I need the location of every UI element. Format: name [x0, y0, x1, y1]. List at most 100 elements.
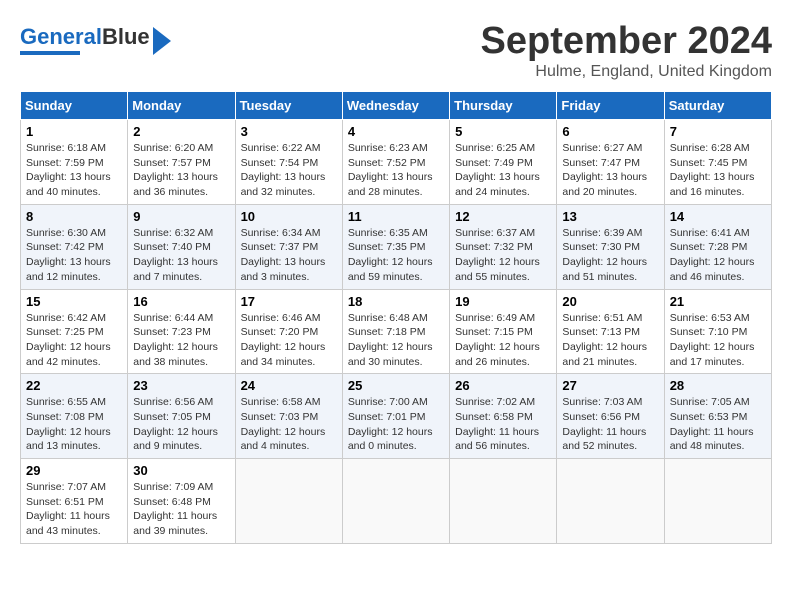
calendar-week-row: 8 Sunrise: 6:30 AMSunset: 7:42 PMDaylight… [21, 204, 772, 289]
calendar-cell: 6 Sunrise: 6:27 AMSunset: 7:47 PMDaylight… [557, 120, 664, 205]
cell-daylight-info: Sunrise: 6:39 AMSunset: 7:30 PMDaylight:… [562, 226, 658, 285]
calendar-cell: 19 Sunrise: 6:49 AMSunset: 7:15 PMDayligh… [450, 289, 557, 374]
page-header: GeneralBlue September 2024 Hulme, Englan… [20, 20, 772, 81]
calendar-cell: 10 Sunrise: 6:34 AMSunset: 7:37 PMDayligh… [235, 204, 342, 289]
calendar-cell [557, 459, 664, 544]
calendar-cell: 13 Sunrise: 6:39 AMSunset: 7:30 PMDayligh… [557, 204, 664, 289]
calendar-week-row: 22 Sunrise: 6:55 AMSunset: 7:08 PMDayligh… [21, 374, 772, 459]
day-number: 3 [241, 124, 337, 139]
cell-daylight-info: Sunrise: 6:53 AMSunset: 7:10 PMDaylight:… [670, 311, 766, 370]
cell-daylight-info: Sunrise: 7:00 AMSunset: 7:01 PMDaylight:… [348, 395, 444, 454]
calendar-cell: 14 Sunrise: 6:41 AMSunset: 7:28 PMDayligh… [664, 204, 771, 289]
cell-daylight-info: Sunrise: 6:23 AMSunset: 7:52 PMDaylight:… [348, 141, 444, 200]
cell-daylight-info: Sunrise: 6:32 AMSunset: 7:40 PMDaylight:… [133, 226, 229, 285]
location-text: Hulme, England, United Kingdom [481, 63, 773, 81]
day-number: 28 [670, 378, 766, 393]
day-header-tuesday: Tuesday [235, 92, 342, 120]
day-number: 22 [26, 378, 122, 393]
calendar-cell: 15Sunrise: 6:42 AMSunset: 7:25 PMDayligh… [21, 289, 128, 374]
cell-daylight-info: Sunrise: 6:27 AMSunset: 7:47 PMDaylight:… [562, 141, 658, 200]
day-number: 23 [133, 378, 229, 393]
day-number: 7 [670, 124, 766, 139]
day-header-thursday: Thursday [450, 92, 557, 120]
day-header-wednesday: Wednesday [342, 92, 449, 120]
day-number: 8 [26, 209, 122, 224]
calendar-week-row: 15Sunrise: 6:42 AMSunset: 7:25 PMDayligh… [21, 289, 772, 374]
day-number: 15 [26, 294, 122, 309]
calendar-cell: 8 Sunrise: 6:30 AMSunset: 7:42 PMDaylight… [21, 204, 128, 289]
day-number: 9 [133, 209, 229, 224]
cell-daylight-info: Sunrise: 6:35 AMSunset: 7:35 PMDaylight:… [348, 226, 444, 285]
calendar-cell: 24 Sunrise: 6:58 AMSunset: 7:03 PMDayligh… [235, 374, 342, 459]
day-number: 19 [455, 294, 551, 309]
cell-daylight-info: Sunrise: 6:58 AMSunset: 7:03 PMDaylight:… [241, 395, 337, 454]
logo-arrow-icon [153, 27, 171, 55]
cell-daylight-info: Sunrise: 6:41 AMSunset: 7:28 PMDaylight:… [670, 226, 766, 285]
cell-daylight-info: Sunrise: 6:56 AMSunset: 7:05 PMDaylight:… [133, 395, 229, 454]
calendar-cell: 27 Sunrise: 7:03 AMSunset: 6:56 PMDayligh… [557, 374, 664, 459]
cell-daylight-info: Sunrise: 6:46 AMSunset: 7:20 PMDaylight:… [241, 311, 337, 370]
calendar-body: 1Sunrise: 6:18 AMSunset: 7:59 PMDaylight… [21, 120, 772, 544]
cell-daylight-info: Sunrise: 7:09 AMSunset: 6:48 PMDaylight:… [133, 480, 229, 539]
cell-daylight-info: Sunrise: 7:07 AMSunset: 6:51 PMDaylight:… [26, 480, 122, 539]
cell-daylight-info: Sunrise: 6:34 AMSunset: 7:37 PMDaylight:… [241, 226, 337, 285]
day-number: 12 [455, 209, 551, 224]
calendar-cell: 20 Sunrise: 6:51 AMSunset: 7:13 PMDayligh… [557, 289, 664, 374]
logo: GeneralBlue [20, 25, 171, 55]
calendar-cell: 16Sunrise: 6:44 AMSunset: 7:23 PMDayligh… [128, 289, 235, 374]
day-number: 25 [348, 378, 444, 393]
calendar-cell: 11 Sunrise: 6:35 AMSunset: 7:35 PMDayligh… [342, 204, 449, 289]
calendar-cell: 29 Sunrise: 7:07 AMSunset: 6:51 PMDayligh… [21, 459, 128, 544]
calendar-cell [235, 459, 342, 544]
day-number: 21 [670, 294, 766, 309]
day-number: 6 [562, 124, 658, 139]
cell-daylight-info: Sunrise: 6:28 AMSunset: 7:45 PMDaylight:… [670, 141, 766, 200]
calendar-week-row: 29 Sunrise: 7:07 AMSunset: 6:51 PMDayligh… [21, 459, 772, 544]
cell-daylight-info: Sunrise: 6:51 AMSunset: 7:13 PMDaylight:… [562, 311, 658, 370]
month-title: September 2024 [481, 20, 773, 63]
calendar-cell: 22 Sunrise: 6:55 AMSunset: 7:08 PMDayligh… [21, 374, 128, 459]
cell-daylight-info: Sunrise: 7:05 AMSunset: 6:53 PMDaylight:… [670, 395, 766, 454]
calendar-cell: 30 Sunrise: 7:09 AMSunset: 6:48 PMDayligh… [128, 459, 235, 544]
calendar-cell: 28 Sunrise: 7:05 AMSunset: 6:53 PMDayligh… [664, 374, 771, 459]
calendar-cell: 7 Sunrise: 6:28 AMSunset: 7:45 PMDaylight… [664, 120, 771, 205]
cell-daylight-info: Sunrise: 6:22 AMSunset: 7:54 PMDaylight:… [241, 141, 337, 200]
cell-daylight-info: Sunrise: 6:30 AMSunset: 7:42 PMDaylight:… [26, 226, 122, 285]
cell-daylight-info: Sunrise: 6:55 AMSunset: 7:08 PMDaylight:… [26, 395, 122, 454]
logo-text-blue: Blue [102, 24, 150, 49]
day-header-sunday: Sunday [21, 92, 128, 120]
day-number: 5 [455, 124, 551, 139]
day-number: 1 [26, 124, 122, 139]
logo-text-general: General [20, 24, 102, 49]
day-number: 14 [670, 209, 766, 224]
calendar-cell: 18Sunrise: 6:48 AMSunset: 7:18 PMDayligh… [342, 289, 449, 374]
cell-daylight-info: Sunrise: 6:49 AMSunset: 7:15 PMDaylight:… [455, 311, 551, 370]
calendar-cell: 17 Sunrise: 6:46 AMSunset: 7:20 PMDayligh… [235, 289, 342, 374]
day-number: 30 [133, 463, 229, 478]
calendar-cell: 9 Sunrise: 6:32 AMSunset: 7:40 PMDaylight… [128, 204, 235, 289]
day-number: 17 [241, 294, 337, 309]
day-number: 13 [562, 209, 658, 224]
cell-daylight-info: Sunrise: 7:03 AMSunset: 6:56 PMDaylight:… [562, 395, 658, 454]
day-number: 29 [26, 463, 122, 478]
title-block: September 2024 Hulme, England, United Ki… [481, 20, 773, 81]
calendar-cell [450, 459, 557, 544]
day-number: 26 [455, 378, 551, 393]
calendar-cell: 25 Sunrise: 7:00 AMSunset: 7:01 PMDayligh… [342, 374, 449, 459]
day-header-friday: Friday [557, 92, 664, 120]
day-number: 24 [241, 378, 337, 393]
calendar-cell: 1Sunrise: 6:18 AMSunset: 7:59 PMDaylight… [21, 120, 128, 205]
calendar-week-row: 1Sunrise: 6:18 AMSunset: 7:59 PMDaylight… [21, 120, 772, 205]
day-number: 10 [241, 209, 337, 224]
calendar-cell: 4Sunrise: 6:23 AMSunset: 7:52 PMDaylight… [342, 120, 449, 205]
calendar-cell [664, 459, 771, 544]
cell-daylight-info: Sunrise: 6:37 AMSunset: 7:32 PMDaylight:… [455, 226, 551, 285]
cell-daylight-info: Sunrise: 6:20 AMSunset: 7:57 PMDaylight:… [133, 141, 229, 200]
day-number: 27 [562, 378, 658, 393]
cell-daylight-info: Sunrise: 6:44 AMSunset: 7:23 PMDaylight:… [133, 311, 229, 370]
cell-daylight-info: Sunrise: 7:02 AMSunset: 6:58 PMDaylight:… [455, 395, 551, 454]
calendar-cell: 5Sunrise: 6:25 AMSunset: 7:49 PMDaylight… [450, 120, 557, 205]
day-number: 20 [562, 294, 658, 309]
day-number: 11 [348, 209, 444, 224]
calendar-cell: 3 Sunrise: 6:22 AMSunset: 7:54 PMDaylight… [235, 120, 342, 205]
